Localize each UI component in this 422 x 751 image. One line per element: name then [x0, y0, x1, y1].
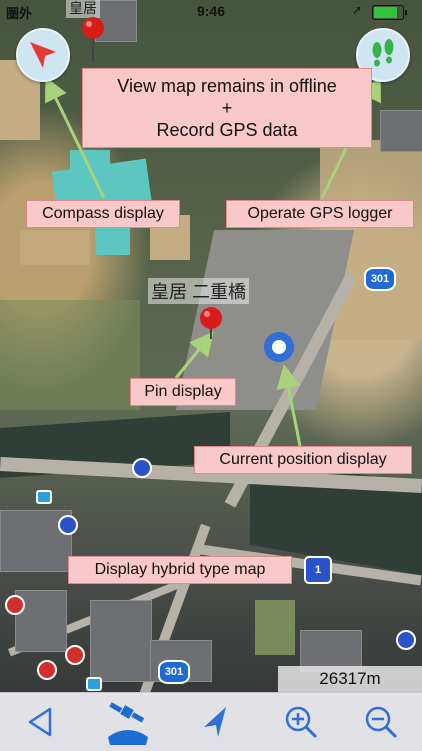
- compass-button[interactable]: [16, 28, 70, 82]
- current-position-icon: [264, 332, 294, 362]
- compass-arrow-icon: [30, 42, 56, 68]
- post-office-icon: [5, 595, 25, 615]
- callout-compass: Compass display: [26, 200, 180, 228]
- location-services-icon: ➚: [352, 3, 363, 17]
- route-shield: 301: [364, 267, 396, 291]
- callout-hybrid-map: Display hybrid type map: [68, 556, 292, 584]
- back-button[interactable]: [12, 693, 70, 751]
- route-shield: 301: [158, 660, 190, 684]
- atm-icon: [86, 677, 102, 691]
- callout-offline-line3: Record GPS data: [156, 120, 298, 140]
- back-triangle-icon: [28, 707, 52, 737]
- police-icon: [396, 630, 416, 650]
- navigation-arrow-icon: [204, 707, 226, 737]
- callout-current-position: Current position display: [194, 446, 412, 474]
- route-shield: 1: [304, 556, 332, 584]
- callout-offline-record: View map remains in offline + Record GPS…: [82, 68, 372, 148]
- satellite-map-icon: [108, 702, 148, 745]
- zoom-out-button[interactable]: [352, 693, 410, 751]
- callout-offline-line1: View map remains in offline: [117, 76, 337, 96]
- navigation-button[interactable]: [186, 693, 244, 751]
- map-label-nijubashi: 皇居 二重橋: [148, 278, 250, 304]
- battery-icon: [372, 5, 407, 20]
- callout-pin: Pin display: [130, 378, 236, 406]
- police-icon: [58, 515, 78, 535]
- scale-readout: 26317m: [278, 666, 422, 692]
- atm-icon: [36, 490, 52, 504]
- police-icon: [132, 458, 152, 478]
- status-bar: 圏外 9:46 ➚: [0, 0, 422, 22]
- map-pin-icon[interactable]: [198, 306, 224, 340]
- zoom-out-icon: [365, 706, 398, 739]
- post-office-icon: [65, 645, 85, 665]
- zoom-in-icon: [285, 706, 318, 739]
- callout-offline-line2: +: [221, 98, 233, 118]
- zoom-in-button[interactable]: [272, 693, 330, 751]
- callout-gps-logger: Operate GPS logger: [226, 200, 414, 228]
- map-type-button[interactable]: [98, 693, 156, 751]
- post-office-icon: [37, 660, 57, 680]
- map-pin-icon[interactable]: [80, 16, 106, 64]
- bottom-toolbar: [0, 692, 422, 751]
